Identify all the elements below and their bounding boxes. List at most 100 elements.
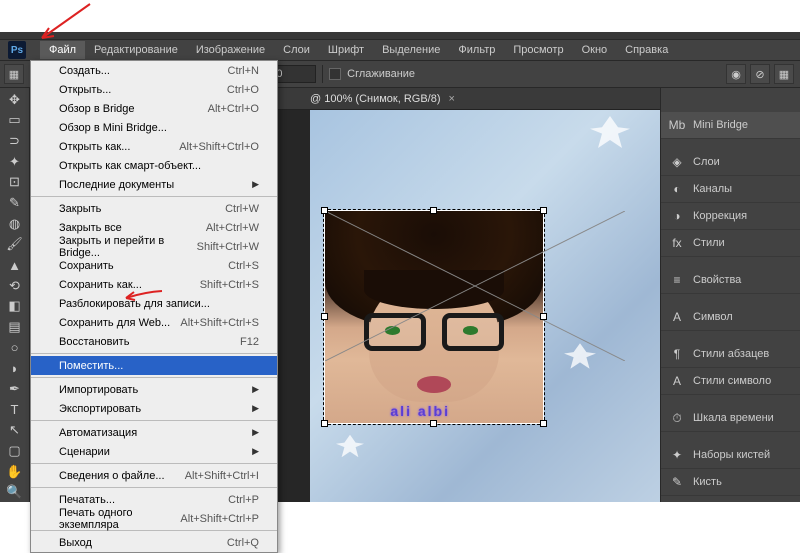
menu-edit[interactable]: Редактирование	[85, 41, 187, 59]
tool-zoom[interactable]: 🔍	[3, 482, 27, 502]
tools-panel: ✥ ▭ ⊃ ✦ ⊡ ✎ ◍ 🖌 ▲ ⟲ ◧ ▤ ○ ◗ ✒ T ↖ ▢ ✋ 🔍	[0, 88, 30, 502]
transform-handle[interactable]	[321, 207, 328, 214]
panels-dock: Mb Mini Bridge ◈Слои◐Каналы ◑ Коррекция fxСти…	[660, 88, 800, 502]
tool-wand[interactable]: ✦	[3, 152, 27, 172]
tool-shape[interactable]: ▢	[3, 441, 27, 461]
tool-lasso[interactable]: ⊃	[3, 131, 27, 151]
tool-heal[interactable]: ◍	[3, 214, 27, 234]
tool-stamp[interactable]: ▲	[3, 255, 27, 275]
opt-icon-3[interactable]: ▦	[774, 64, 794, 84]
panel-icon: Mb	[669, 117, 685, 133]
panel-label: Стили символо	[693, 375, 771, 387]
menu-item[interactable]: Сохранить как...Shift+Ctrl+S	[31, 275, 277, 294]
tool-crop[interactable]: ⊡	[3, 173, 27, 193]
tool-history[interactable]: ⟲	[3, 276, 27, 296]
document-tab-title[interactable]: @ 100% (Снимок, RGB/8)	[310, 93, 441, 105]
menu-help[interactable]: Справка	[616, 41, 677, 59]
menu-item[interactable]: Последние документы▶	[31, 175, 277, 194]
menu-item[interactable]: ВыходCtrl+Q	[31, 533, 277, 552]
menu-filter[interactable]: Фильтр	[449, 41, 504, 59]
panel-icon: ◑	[669, 208, 685, 224]
menu-item[interactable]: СохранитьCtrl+S	[31, 256, 277, 275]
panel-icon: ≡	[669, 272, 685, 288]
panel-label: Каналы	[693, 183, 732, 195]
menu-item[interactable]: ВосстановитьF12	[31, 332, 277, 351]
transform-handle[interactable]	[540, 420, 547, 427]
transform-handle[interactable]	[321, 420, 328, 427]
menu-select[interactable]: Выделение	[373, 41, 449, 59]
transform-handle[interactable]	[321, 313, 328, 320]
tool-type[interactable]: T	[3, 400, 27, 420]
tool-eraser[interactable]: ◧	[3, 297, 27, 317]
tool-blur[interactable]: ○	[3, 338, 27, 358]
transform-handle[interactable]	[540, 313, 547, 320]
menu-layers[interactable]: Слои	[274, 41, 319, 59]
dove-image	[590, 116, 630, 148]
opt-icon-1[interactable]: ◉	[726, 64, 746, 84]
panel-button[interactable]: ¶Стили абзацев	[661, 341, 800, 368]
placed-photo: ali albi	[325, 211, 543, 423]
menu-item[interactable]: Закрыть и перейти в Bridge...Shift+Ctrl+…	[31, 237, 277, 256]
placed-image-transform[interactable]: ali albi	[324, 210, 544, 424]
panel-button[interactable]: A Стили символо	[661, 368, 800, 395]
panel-button[interactable]: ✎Кисть	[661, 469, 800, 496]
menu-item[interactable]: Печать одного экземпляраAlt+Shift+Ctrl+P	[31, 509, 277, 528]
antialias-checkbox[interactable]	[329, 68, 341, 80]
menu-item[interactable]: ЗакрытьCtrl+W	[31, 199, 277, 218]
panel-icon: ⏱	[669, 410, 685, 426]
transform-handle[interactable]	[430, 420, 437, 427]
panel-button[interactable]: ✦Наборы кистей	[661, 442, 800, 469]
tab-close-icon[interactable]: ×	[449, 93, 455, 105]
transform-handle[interactable]	[540, 207, 547, 214]
photo-watermark: ali albi	[390, 403, 450, 419]
panel-button[interactable]: AСимвол	[661, 304, 800, 331]
menu-item[interactable]: Поместить...	[31, 356, 277, 375]
panel-button[interactable]: Mb Mini Bridge	[661, 112, 800, 139]
tool-pen[interactable]: ✒	[3, 379, 27, 399]
panel-button[interactable]: ◐Каналы	[661, 176, 800, 203]
panel-icon: A	[669, 373, 685, 389]
menu-item[interactable]: Экспортировать▶	[31, 399, 277, 418]
panel-button[interactable]: ◈Слои	[661, 149, 800, 176]
tool-dodge[interactable]: ◗	[3, 359, 27, 379]
tool-eyedropper[interactable]: ✎	[3, 193, 27, 213]
menu-item[interactable]: Сведения о файле...Alt+Shift+Ctrl+I	[31, 466, 277, 485]
menu-item[interactable]: Открыть...Ctrl+O	[31, 80, 277, 99]
menu-item[interactable]: Создать...Ctrl+N	[31, 61, 277, 80]
menu-item[interactable]: Открыть как смарт-объект...	[31, 156, 277, 175]
panel-label: Шкала времени	[693, 412, 774, 424]
menu-image[interactable]: Изображение	[187, 41, 274, 59]
menu-item[interactable]: Автоматизация▶	[31, 423, 277, 442]
tool-marquee[interactable]: ▭	[3, 111, 27, 131]
panel-icon: ◈	[669, 154, 685, 170]
canvas[interactable]: ali albi	[310, 110, 660, 502]
menu-type[interactable]: Шрифт	[319, 41, 373, 59]
menu-window[interactable]: Окно	[573, 41, 617, 59]
menu-item[interactable]: Открыть как...Alt+Shift+Ctrl+O	[31, 137, 277, 156]
dove-image	[336, 435, 364, 457]
menu-file[interactable]: Файл	[40, 41, 85, 59]
tool-gradient[interactable]: ▤	[3, 317, 27, 337]
menu-item[interactable]: Обзор в Mini Bridge...	[31, 118, 277, 137]
menu-item[interactable]: Разблокировать для записи...	[31, 294, 277, 313]
menu-item[interactable]: Обзор в BridgeAlt+Ctrl+O	[31, 99, 277, 118]
panel-button[interactable]: ⏱ Шкала времени	[661, 405, 800, 432]
transform-handle[interactable]	[430, 207, 437, 214]
tool-hand[interactable]: ✋	[3, 462, 27, 482]
menu-view[interactable]: Просмотр	[504, 41, 572, 59]
panel-button[interactable]: ◑ Коррекция	[661, 203, 800, 230]
tool-brush[interactable]: 🖌	[3, 235, 27, 255]
menu-item[interactable]: Сохранить для Web...Alt+Shift+Ctrl+S	[31, 313, 277, 332]
tool-preset-icon[interactable]: ▦	[4, 64, 24, 84]
panel-button[interactable]: fxСтили	[661, 230, 800, 257]
panel-label: Mini Bridge	[693, 119, 748, 131]
panel-label: Стили	[693, 237, 725, 249]
menu-item[interactable]: Сценарии▶	[31, 442, 277, 461]
panel-label: Стили абзацев	[693, 348, 769, 360]
tool-move[interactable]: ✥	[3, 90, 27, 110]
panel-button[interactable]: ≡Свойства	[661, 267, 800, 294]
tool-path[interactable]: ↖	[3, 421, 27, 441]
opt-icon-2[interactable]: ⊘	[750, 64, 770, 84]
menu-item[interactable]: Импортировать▶	[31, 380, 277, 399]
panel-label: Коррекция	[693, 210, 747, 222]
